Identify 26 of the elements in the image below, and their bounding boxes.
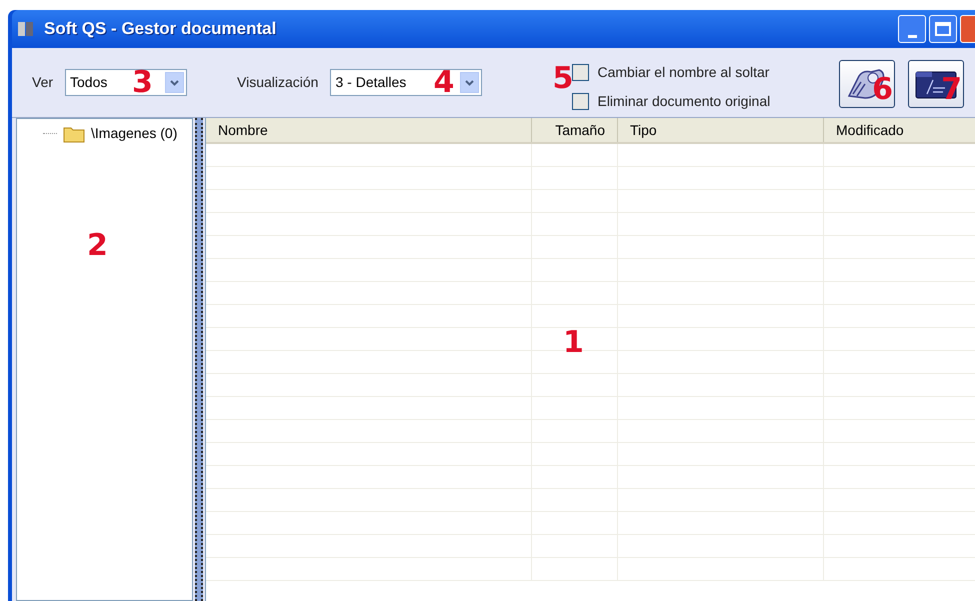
window-title: Soft QS - Gestor documental bbox=[44, 18, 276, 40]
checkbox[interactable] bbox=[572, 64, 590, 80]
minimize-button[interactable] bbox=[898, 15, 926, 43]
checkbox-label: Cambiar el nombre al soltar bbox=[597, 62, 770, 82]
checkbox-label: Eliminar documento original bbox=[597, 92, 770, 111]
column-header[interactable]: Tipo bbox=[618, 118, 824, 142]
dropdown[interactable]: Todos 3 bbox=[65, 69, 188, 96]
callout-number: 3 bbox=[132, 68, 153, 98]
field-label: Ver bbox=[32, 73, 54, 92]
checkbox[interactable] bbox=[572, 92, 590, 110]
splitter[interactable] bbox=[195, 118, 203, 601]
callout-number: 4 bbox=[433, 68, 454, 98]
folder-icon bbox=[63, 124, 85, 142]
maximize-button[interactable] bbox=[929, 15, 957, 43]
callout-number: 1 bbox=[563, 328, 584, 358]
column-header[interactable]: Modificado bbox=[824, 118, 975, 142]
dropdown[interactable]: 3 - Detalles 4 bbox=[330, 69, 482, 96]
callout-number: 5 bbox=[552, 64, 574, 94]
app-icon bbox=[16, 19, 36, 39]
chevron-icon bbox=[165, 72, 184, 93]
callout-number: 2 bbox=[87, 231, 108, 261]
column-header[interactable]: Nombre bbox=[206, 118, 532, 142]
field-label: Visualización bbox=[237, 73, 318, 92]
column-header[interactable]: Tamaño bbox=[532, 118, 618, 142]
tree-item[interactable]: \Imagenes (0) bbox=[43, 123, 192, 144]
chevron-icon bbox=[460, 72, 480, 93]
